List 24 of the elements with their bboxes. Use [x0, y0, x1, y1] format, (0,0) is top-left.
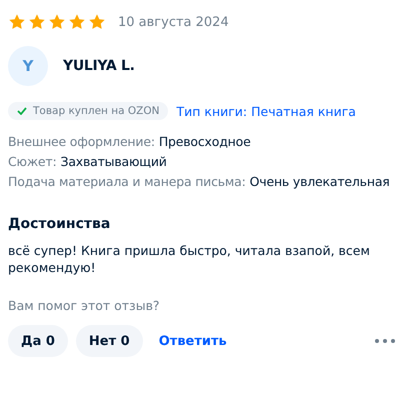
check-icon [17, 107, 27, 115]
review-date: 10 августа 2024 [118, 14, 229, 30]
helpful-question: Вам помог этот отзыв? [8, 298, 161, 313]
attribute-label: Сюжет: [8, 154, 56, 169]
book-type-link[interactable]: Тип книги: Печатная книга [176, 104, 356, 118]
star-icon [68, 13, 86, 31]
section-title: Достоинства [8, 216, 112, 232]
vote-button[interactable]: Нет 0 [76, 325, 143, 357]
attribute-value: Превосходное [158, 134, 251, 149]
star-icon [8, 13, 26, 31]
star-icon [28, 13, 46, 31]
reply-link[interactable]: Ответить [158, 334, 227, 348]
attribute-label: Подача материала и манера письма: [8, 174, 246, 189]
review-text: всё супер! Книга пришла быстро, читала взапой, всем рекомендую! [8, 242, 371, 276]
more-icon[interactable] [375, 339, 395, 343]
star-icon [48, 13, 66, 31]
author-name: YULIYA L. [63, 58, 135, 74]
attribute-value: Очень увлекательная [250, 174, 390, 189]
star-icon [88, 13, 106, 31]
attribute-label: Внешнее оформление: [8, 134, 155, 149]
attribute-value: Захватывающий [60, 154, 167, 169]
vote-button[interactable]: Да 0 [8, 325, 68, 357]
badge-text: Товар куплен на OZON [33, 105, 160, 117]
avatar: Y [8, 46, 48, 86]
